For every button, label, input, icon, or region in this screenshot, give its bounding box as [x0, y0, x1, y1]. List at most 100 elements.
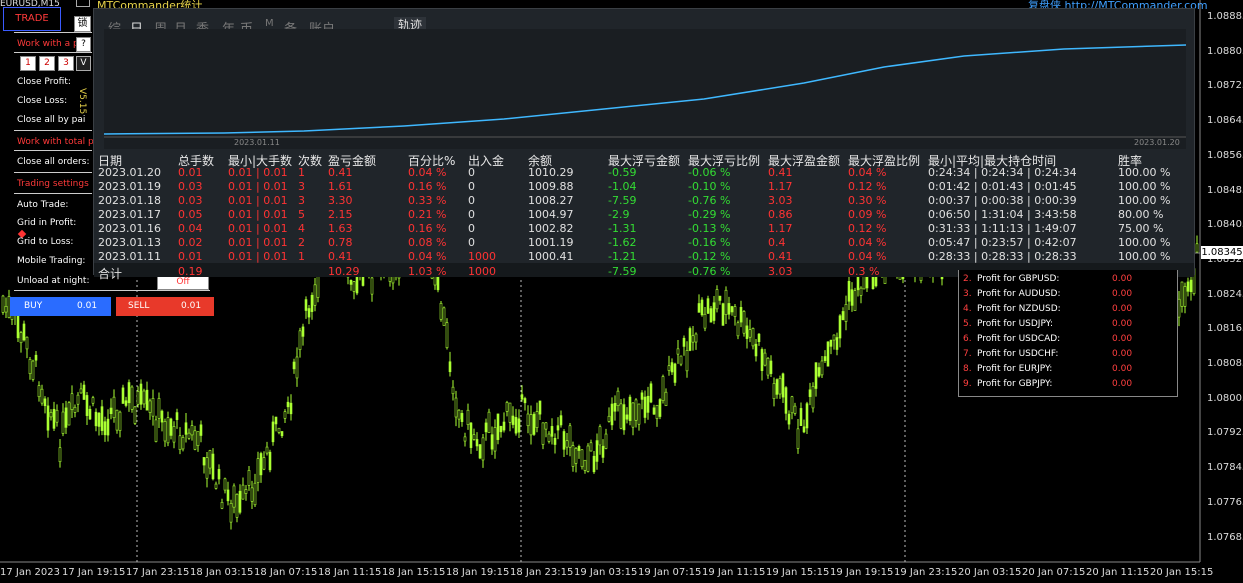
time-tick-label: 18 Jan 03:15 [190, 567, 254, 578]
candle [499, 425, 503, 438]
candle [724, 286, 728, 325]
candle [634, 398, 638, 428]
candle [229, 499, 233, 530]
table-cell: 1.17 [768, 180, 793, 193]
candle [106, 409, 110, 442]
table-cell: 0:06:50 | 1:31:04 | 3:43:58 [928, 208, 1077, 221]
lock-button[interactable]: 锁 [74, 16, 91, 32]
table-cell: 0 [468, 236, 475, 249]
stats-tab[interactable]: M [265, 18, 274, 29]
time-tick-label: 19 Jan 11:15 [702, 567, 766, 578]
table-cell: 0.21 % [408, 208, 447, 221]
table-cell: 0.01 | 0.01 [228, 236, 288, 249]
candle [133, 406, 137, 426]
candle [571, 441, 575, 472]
sell-button[interactable]: SELL 0.01 [116, 297, 214, 316]
table-cell: 2023.01.13 [98, 236, 161, 249]
candle [706, 295, 710, 315]
price-tick-label: 1.08485 [1207, 184, 1243, 196]
candle [268, 449, 272, 473]
table-cell: 0.41 [328, 166, 353, 179]
candle [565, 432, 569, 455]
price-tick-label: 1.08725 [1207, 80, 1243, 92]
candle [295, 347, 299, 387]
table-cell: -1.21 [608, 250, 637, 263]
candle [472, 428, 476, 441]
candle [187, 428, 191, 440]
table-cell: 0.01 [178, 250, 203, 263]
candle [532, 411, 536, 436]
candle [673, 362, 677, 386]
candle [718, 295, 722, 305]
table-cell: 1008.27 [528, 194, 574, 207]
candle [208, 449, 212, 475]
candle [313, 277, 317, 312]
candle [457, 409, 461, 428]
table-cell: 1 [298, 166, 305, 179]
candle [217, 464, 221, 485]
candle [727, 296, 731, 320]
time-tick-label: 18 Jan 07:15 [254, 567, 318, 578]
table-cell: 1.17 [768, 222, 793, 235]
table-cell: 2.15 [328, 208, 353, 221]
candle [667, 355, 671, 376]
table-cell: 1001.19 [528, 236, 574, 249]
candle [721, 302, 725, 326]
candle [562, 429, 566, 458]
candle [475, 432, 479, 451]
price-tick-label: 1.07845 [1207, 462, 1243, 474]
candle [640, 390, 644, 410]
candle [88, 405, 92, 420]
candle [772, 377, 776, 407]
table-cell: 0:00:37 | 0:00:38 | 0:00:39 [928, 194, 1077, 207]
profit-index: 6. [963, 334, 972, 344]
candle [370, 272, 374, 302]
profit-value: 0.00 [1112, 334, 1133, 344]
table-cell: 0.12 % [848, 180, 887, 193]
profit-value: 0.00 [1112, 274, 1133, 284]
table-cell: 0.04 [178, 222, 203, 235]
candle [298, 327, 302, 358]
candle [784, 386, 788, 421]
pair-button-2[interactable]: 2 [39, 56, 55, 71]
table-cell: 1000.41 [528, 250, 574, 263]
trade-button[interactable]: TRADE [3, 7, 61, 31]
candle [502, 412, 506, 433]
candle [793, 402, 797, 416]
candle [52, 401, 56, 432]
candle [478, 443, 482, 460]
profit-value: 0.00 [1112, 349, 1133, 359]
candle [466, 403, 470, 430]
help-button[interactable]: ? [76, 37, 91, 52]
candle [109, 398, 113, 420]
candle [4, 297, 8, 318]
buy-button[interactable]: BUY 0.01 [10, 297, 111, 316]
pair-button-3[interactable]: 3 [58, 56, 74, 71]
table-cell: 3.30 [328, 194, 353, 207]
candle [556, 417, 560, 440]
profit-label: Profit for USDCAD: [977, 334, 1061, 344]
time-tick-label: 19 Jan 15:15 [766, 567, 830, 578]
close-profit-label: Close Profit: [17, 77, 71, 87]
candle [583, 459, 587, 474]
candle [352, 281, 356, 300]
table-cell: -0.10 % [688, 180, 731, 193]
table-cell: 0.41 [768, 166, 793, 179]
candle [763, 348, 767, 367]
table-cell: 1 [298, 250, 305, 263]
candle [160, 409, 164, 432]
candle [85, 392, 89, 425]
table-cell: -0.29 % [688, 208, 731, 221]
candle [691, 326, 695, 351]
table-cell: 0.41 [768, 250, 793, 263]
candle [598, 424, 602, 455]
candle [241, 477, 245, 500]
pair-button-1[interactable]: 1 [20, 56, 36, 71]
candle [481, 434, 485, 468]
check-button[interactable]: V [76, 56, 91, 71]
panel-divider [14, 150, 92, 151]
symbol-tab-box[interactable] [76, 0, 90, 7]
price-tick-label: 1.08645 [1207, 115, 1243, 127]
candle [742, 310, 746, 337]
candle [574, 447, 578, 473]
